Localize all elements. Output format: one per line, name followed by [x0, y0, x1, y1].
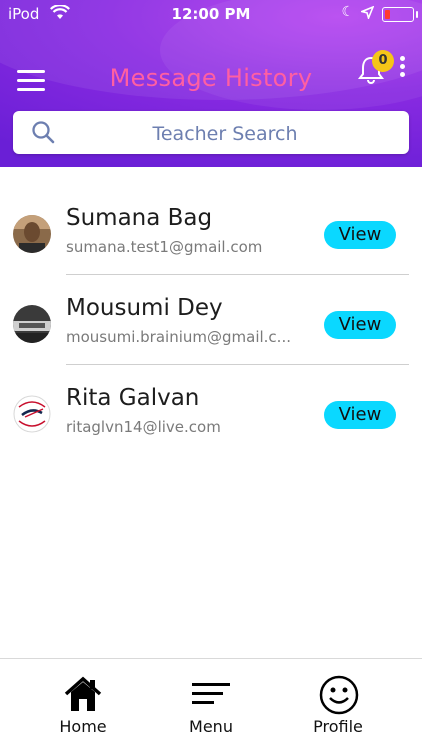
more-options-icon[interactable] [398, 56, 406, 80]
search-bar[interactable] [13, 111, 409, 156]
teacher-search-input[interactable] [73, 111, 377, 156]
tab-home[interactable]: Home [33, 659, 133, 751]
list-item[interactable]: Sumana Bag sumana.test1@gmail.com View [0, 185, 422, 275]
menu-lines-icon [192, 683, 230, 704]
tab-home-label: Home [59, 717, 107, 736]
contact-email: sumana.test1@gmail.com [66, 238, 263, 256]
status-bar: iPod 12:00 PM ☾ [0, 0, 422, 28]
view-button[interactable]: View [324, 401, 396, 429]
app-header: iPod 12:00 PM ☾ Message History 0 [0, 0, 422, 167]
bottom-tab-bar: Home Menu Profile [0, 658, 422, 751]
list-item[interactable]: Mousumi Dey mousumi.brainium@gmail.c... … [0, 275, 422, 365]
contact-email: mousumi.brainium@gmail.c... [66, 328, 291, 346]
smiley-face-icon [319, 675, 359, 715]
search-icon [31, 120, 57, 150]
clock: 12:00 PM [171, 5, 251, 23]
notification-badge: 0 [372, 50, 394, 72]
avatar [13, 305, 51, 343]
avatar [13, 215, 51, 253]
tab-menu[interactable]: Menu [161, 659, 261, 751]
contact-name: Mousumi Dey [66, 295, 223, 321]
contact-list: Sumana Bag sumana.test1@gmail.com View M… [0, 185, 422, 455]
tab-profile[interactable]: Profile [288, 659, 388, 751]
home-icon [64, 676, 102, 711]
view-button[interactable]: View [324, 311, 396, 339]
contact-name: Rita Galvan [66, 385, 200, 411]
tab-menu-label: Menu [189, 717, 233, 736]
contact-email: ritaglvn14@live.com [66, 418, 221, 436]
avatar [13, 395, 51, 433]
location-arrow-icon [359, 5, 375, 23]
battery-icon [382, 7, 418, 22]
contact-name: Sumana Bag [66, 205, 213, 231]
view-button[interactable]: View [324, 221, 396, 249]
list-item[interactable]: Rita Galvan ritaglvn14@live.com View [0, 365, 422, 455]
moon-icon: ☾ [341, 4, 354, 20]
tab-profile-label: Profile [313, 717, 363, 736]
